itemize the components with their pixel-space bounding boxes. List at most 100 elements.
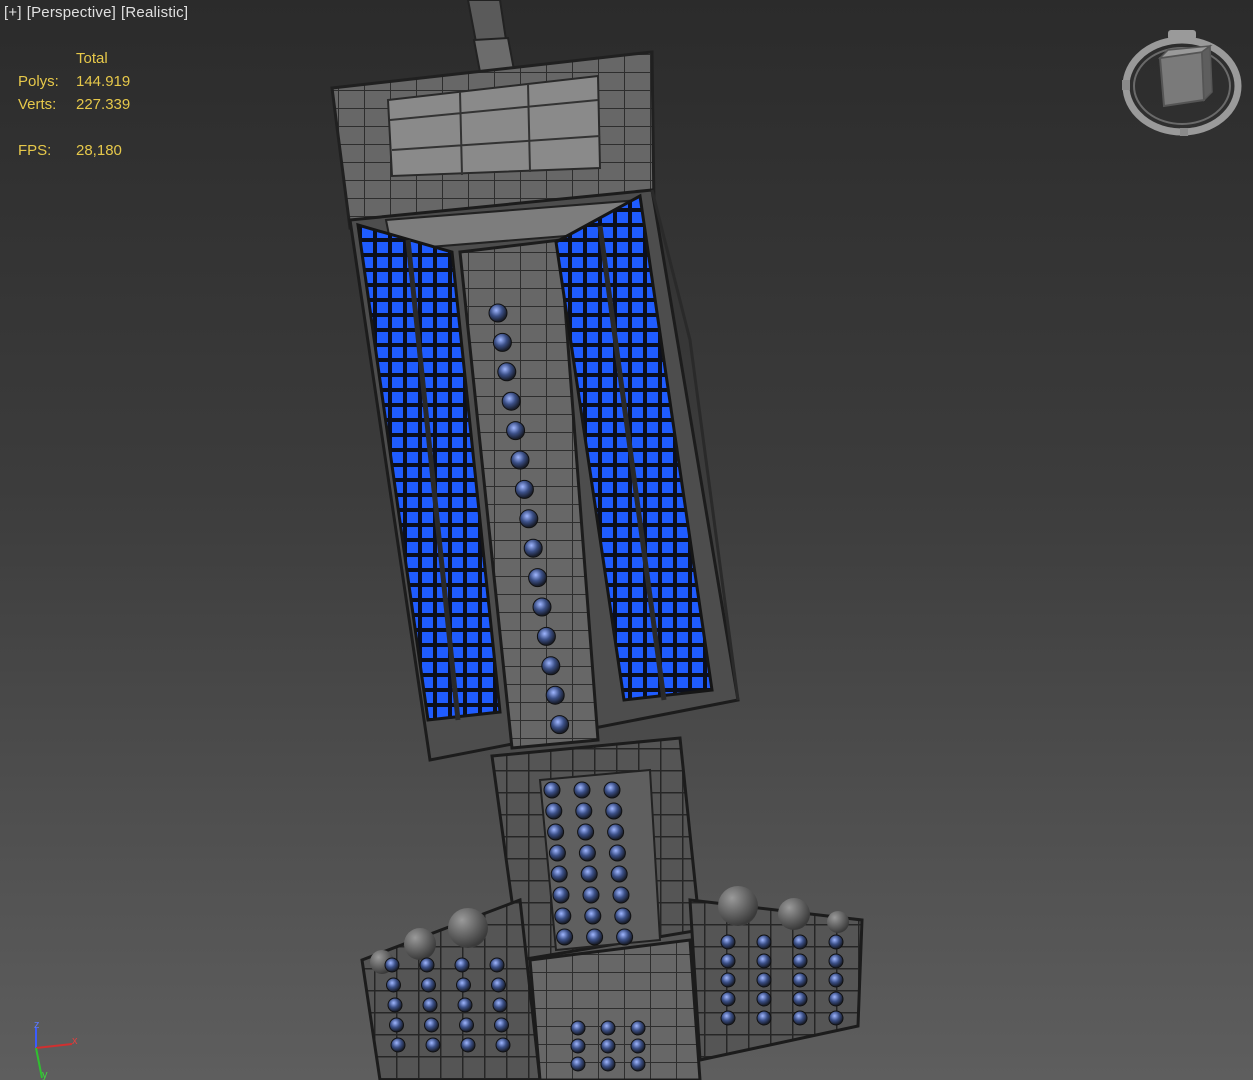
verts-value: 227.339 xyxy=(76,96,131,113)
hull-bead xyxy=(494,1017,509,1033)
hull-bead xyxy=(457,997,473,1013)
hull-bead xyxy=(387,997,403,1013)
hull-bead xyxy=(792,1010,808,1026)
hull-bead xyxy=(548,844,566,862)
fps-label: FPS: xyxy=(18,142,52,159)
hull-bead xyxy=(586,928,604,946)
hull-bead xyxy=(550,865,568,883)
hull-bead xyxy=(578,844,596,862)
hull-bead xyxy=(756,953,772,969)
hull-bead xyxy=(547,823,565,841)
statistics-overlay: Total Polys: 144.919 Verts: 227.339 FPS: 28… xyxy=(18,47,130,162)
hull-bead xyxy=(389,1017,404,1033)
hull-bead xyxy=(828,953,844,969)
hull-bead xyxy=(536,626,556,646)
hull-bead xyxy=(614,907,632,925)
hull-bead xyxy=(488,303,508,323)
hull-bead xyxy=(506,421,526,441)
hull-bead xyxy=(543,781,561,799)
viewcube-icon[interactable] xyxy=(1118,28,1246,138)
hull-bead xyxy=(523,538,543,558)
hull-bead xyxy=(390,1037,406,1053)
hull-bead xyxy=(756,991,772,1007)
axis-tripod-icon: z x y xyxy=(34,1019,78,1080)
hull-bead xyxy=(510,450,530,470)
hull-bead xyxy=(577,823,595,841)
hull-bead xyxy=(386,977,401,993)
viewport-scene[interactable] xyxy=(0,0,1253,1080)
hull-bead xyxy=(532,597,552,617)
hull-bead xyxy=(459,1017,474,1033)
hull-bead xyxy=(554,907,572,925)
fps-value: 28,180 xyxy=(76,142,122,159)
hull-bead xyxy=(519,509,539,529)
hull-bead xyxy=(552,886,570,904)
hull-bead xyxy=(600,1020,616,1036)
hull-bead xyxy=(828,1010,844,1026)
axis-y-label: y xyxy=(42,1069,48,1080)
hull-bead xyxy=(545,802,563,820)
hull-bead xyxy=(582,886,600,904)
hull-bead xyxy=(612,886,630,904)
hull-bead xyxy=(756,934,772,950)
hull-bead xyxy=(630,1056,646,1072)
hull-bead xyxy=(792,972,808,988)
hull-bead xyxy=(514,479,534,499)
hull-bead xyxy=(495,1037,511,1053)
axis-x-label: x xyxy=(72,1035,78,1047)
hull-bead xyxy=(497,362,517,382)
viewport-shading-mode[interactable]: [Realistic] xyxy=(121,4,188,21)
hull-bead xyxy=(608,844,626,862)
base-center xyxy=(528,938,702,1080)
verts-label: Verts: xyxy=(18,96,57,113)
hull-bead xyxy=(828,972,844,988)
hull-bead xyxy=(828,934,844,950)
hull-bead xyxy=(556,928,574,946)
hull-bead xyxy=(720,972,736,988)
viewport-view-mode[interactable]: [Perspective] xyxy=(27,4,116,21)
hull-bead xyxy=(580,865,598,883)
hull-bead xyxy=(570,1020,586,1036)
hull-bead xyxy=(425,1037,441,1053)
hull-bead xyxy=(421,977,436,993)
hull-bead xyxy=(492,997,508,1013)
hull-bead xyxy=(603,781,621,799)
hull-bead xyxy=(424,1017,439,1033)
hull-bead xyxy=(384,957,400,973)
hull-bead xyxy=(422,997,438,1013)
hull-bead xyxy=(828,991,844,1007)
hull-bead xyxy=(616,928,634,946)
hull-bead xyxy=(541,656,561,676)
hull-bead xyxy=(630,1020,646,1036)
hull-bead xyxy=(456,977,471,993)
hull-bead xyxy=(489,957,505,973)
hull-bead xyxy=(605,802,623,820)
hull-bead xyxy=(501,391,521,411)
hull-bead xyxy=(570,1056,586,1072)
hull-bead xyxy=(720,953,736,969)
hull-bead xyxy=(570,1038,586,1054)
hull-bead xyxy=(419,957,435,973)
hull-bead xyxy=(630,1038,646,1054)
viewport-menu-plus[interactable]: [+] xyxy=(4,4,22,21)
hull-bead xyxy=(607,823,625,841)
hull-bead xyxy=(573,781,591,799)
hull-bead xyxy=(550,715,570,735)
polys-label: Polys: xyxy=(18,73,59,90)
hull-bead xyxy=(720,1010,736,1026)
stats-header: Total xyxy=(76,50,108,67)
hull-bead xyxy=(600,1038,616,1054)
hull-bead xyxy=(720,934,736,950)
hull-bead xyxy=(460,1037,476,1053)
hull-bead xyxy=(454,957,470,973)
hull-bead xyxy=(792,953,808,969)
viewport-label: [+] [Perspective] [Realistic] xyxy=(4,4,193,21)
antenna xyxy=(466,0,516,74)
hull-bead xyxy=(528,568,548,588)
hull-bead xyxy=(720,991,736,1007)
hull-bead xyxy=(756,972,772,988)
hull-bead xyxy=(610,865,628,883)
hull-bead xyxy=(584,907,602,925)
hull-bead xyxy=(756,1010,772,1026)
hull-bead xyxy=(600,1056,616,1072)
